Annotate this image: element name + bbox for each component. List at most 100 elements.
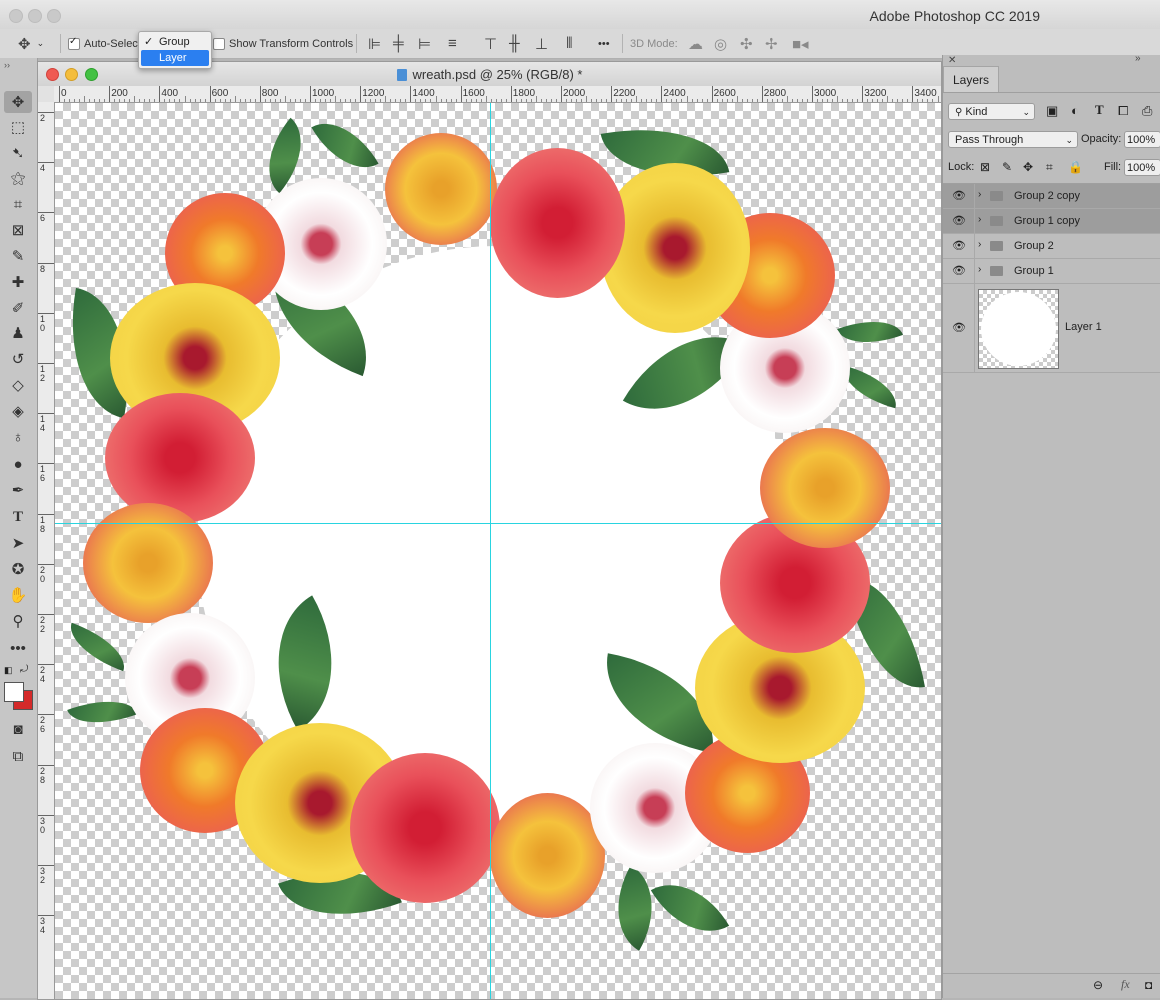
dropdown-option-layer[interactable]: Layer: [141, 50, 209, 66]
tool-history-brush[interactable]: ↺: [4, 348, 32, 370]
align-bottom-button[interactable]: ⊥: [535, 29, 548, 58]
layer-row-group-1-copy[interactable]: 👁 › Group 1 copy: [943, 209, 1160, 234]
tool-eraser[interactable]: ◇: [4, 374, 32, 396]
tool-frame[interactable]: ⊠: [4, 219, 32, 241]
layers-tab[interactable]: Layers: [943, 66, 999, 93]
chevron-down-icon: ⌄: [1065, 135, 1073, 145]
ruler-origin[interactable]: [38, 86, 55, 103]
visibility-toggle[interactable]: 👁: [943, 184, 975, 208]
add-mask-icon[interactable]: ◘: [1145, 978, 1152, 992]
dropdown-option-group[interactable]: ✓ Group: [139, 34, 211, 50]
visibility-toggle[interactable]: 👁: [943, 259, 975, 283]
show-transform-checkbox[interactable]: Show Transform Controls: [213, 29, 353, 58]
align-vcenter-button[interactable]: ╫: [509, 29, 520, 58]
filter-smart-object-icon[interactable]: ⎙: [1142, 103, 1152, 119]
tool-custom-shape[interactable]: ✪: [4, 558, 32, 580]
layer-row-layer-1[interactable]: 👁 Layer 1: [943, 284, 1160, 373]
lock-transparent-icon[interactable]: ⊠: [980, 160, 990, 174]
align-left-button[interactable]: ⊫: [368, 29, 381, 58]
expand-chevron-icon[interactable]: ›: [978, 264, 981, 275]
link-layers-icon[interactable]: ⊖: [1093, 978, 1103, 992]
fill-input[interactable]: 100%: [1124, 159, 1160, 176]
filter-adjustment-icon[interactable]: ◐: [1071, 103, 1079, 118]
leaf: [650, 865, 730, 951]
add-style-fx-button[interactable]: fx: [1121, 977, 1130, 992]
tool-marquee[interactable]: ⬚: [4, 116, 32, 138]
orbit-3d-button[interactable]: ☁: [688, 29, 703, 58]
tool-pen[interactable]: ✒: [4, 479, 32, 501]
filter-pixel-icon[interactable]: ▣: [1046, 103, 1058, 119]
window-zoom-button[interactable]: [47, 9, 61, 23]
layer-row-group-2-copy[interactable]: 👁 › Group 2 copy: [943, 184, 1160, 209]
tool-zoom[interactable]: ⚲: [4, 610, 32, 632]
tool-magic-wand[interactable]: ⚝: [4, 167, 32, 189]
window-minimize-button[interactable]: [28, 9, 42, 23]
visibility-toggle[interactable]: 👁: [943, 209, 975, 233]
canvas[interactable]: [55, 103, 941, 999]
swap-colors-icon[interactable]: ⤾: [20, 664, 28, 675]
tool-more[interactable]: •••: [4, 637, 32, 659]
opacity-input[interactable]: 100%: [1124, 131, 1160, 148]
vertical-guide[interactable]: [490, 103, 491, 999]
ruler-tick-label: 200: [111, 88, 128, 99]
horizontal-ruler[interactable]: 0 200 400 600 800 1000 1200 1400 1600 1800 2000 220…: [54, 86, 941, 103]
panel-collapse-icon[interactable]: ››: [4, 60, 10, 70]
tool-hand[interactable]: ✋: [4, 584, 32, 606]
default-colors-icon[interactable]: ◧: [4, 665, 13, 676]
move-tool-preset[interactable]: ✥ ⌄: [18, 29, 44, 58]
panel-expand-icon[interactable]: »: [1135, 53, 1141, 64]
distribute-button[interactable]: ≡: [448, 29, 457, 58]
lock-position-icon[interactable]: ✥: [1023, 160, 1033, 174]
window-close-button[interactable]: [9, 9, 23, 23]
lock-artboard-icon[interactable]: ⌗: [1046, 160, 1053, 175]
tool-dodge[interactable]: ●: [4, 453, 32, 475]
expand-chevron-icon[interactable]: ›: [978, 214, 981, 225]
filter-shape-icon[interactable]: ⧠: [1118, 103, 1128, 119]
red-rose-flower: [490, 148, 625, 298]
tool-move[interactable]: ✥: [4, 91, 32, 113]
eye-icon: 👁: [952, 265, 966, 277]
horizontal-guide[interactable]: [55, 523, 941, 524]
filter-type-icon[interactable]: T: [1095, 102, 1104, 118]
tool-healing[interactable]: ✚: [4, 271, 32, 293]
align-center-button[interactable]: ╪: [393, 29, 404, 58]
tool-blur[interactable]: ♁: [4, 426, 32, 448]
tool-paint-bucket[interactable]: ◈: [4, 400, 32, 422]
foreground-color-swatch[interactable]: [4, 682, 24, 702]
tool-eyedropper[interactable]: ✎: [4, 245, 32, 267]
layer-row-group-1[interactable]: 👁 › Group 1: [943, 259, 1160, 284]
tool-quick-mask[interactable]: ◙: [4, 718, 32, 740]
tool-lasso[interactable]: ➷: [4, 142, 32, 164]
tool-path-selection[interactable]: ➤: [4, 532, 32, 554]
leaf: [62, 622, 133, 672]
drag-3d-button[interactable]: ✣: [740, 29, 753, 58]
tool-stamp[interactable]: ♟: [4, 322, 32, 344]
panel-close-icon[interactable]: ✕: [948, 55, 956, 66]
align-right-button[interactable]: ⊨: [418, 29, 431, 58]
distribute-vertical-button[interactable]: ⦀: [566, 29, 573, 58]
slide-3d-button[interactable]: ✢: [765, 29, 778, 58]
vertical-ruler[interactable]: 2 4 6 8 1 0 1 2 1 4 1 6 1 8 2 0 2 2 2 4 2 6 2 8 3 0 3 2…: [38, 102, 55, 999]
expand-chevron-icon[interactable]: ›: [978, 189, 981, 200]
filter-kind-select[interactable]: ⚲ Kind ⌄: [948, 103, 1035, 120]
more-options-button[interactable]: •••: [598, 29, 610, 58]
ruler-tick-label: 2000: [563, 88, 586, 99]
tool-crop[interactable]: ⌗: [4, 193, 32, 215]
tool-type[interactable]: T: [4, 506, 32, 528]
visibility-toggle[interactable]: 👁: [943, 234, 975, 258]
ruler-tick-label: 8: [40, 263, 46, 274]
visibility-toggle[interactable]: 👁: [943, 284, 975, 372]
lock-pixels-icon[interactable]: ✎: [1002, 160, 1012, 174]
layer-row-group-2[interactable]: 👁 › Group 2: [943, 234, 1160, 259]
roll-3d-button[interactable]: ◎: [714, 29, 727, 58]
align-top-button[interactable]: ⊤: [484, 29, 497, 58]
blend-mode-select[interactable]: Pass Through ⌄: [948, 131, 1078, 148]
auto-select-checkbox[interactable]: Auto-Select: [68, 29, 141, 58]
scale-3d-button[interactable]: ■◂: [792, 29, 809, 58]
tool-brush[interactable]: ✐: [4, 297, 32, 319]
divider: [356, 34, 357, 53]
lock-all-icon[interactable]: 🔒: [1068, 160, 1083, 174]
tool-screen-mode[interactable]: ⧉: [4, 745, 32, 767]
expand-chevron-icon[interactable]: ›: [978, 239, 981, 250]
document-title: wreath.psd @ 25% (RGB/8) *: [38, 67, 941, 82]
